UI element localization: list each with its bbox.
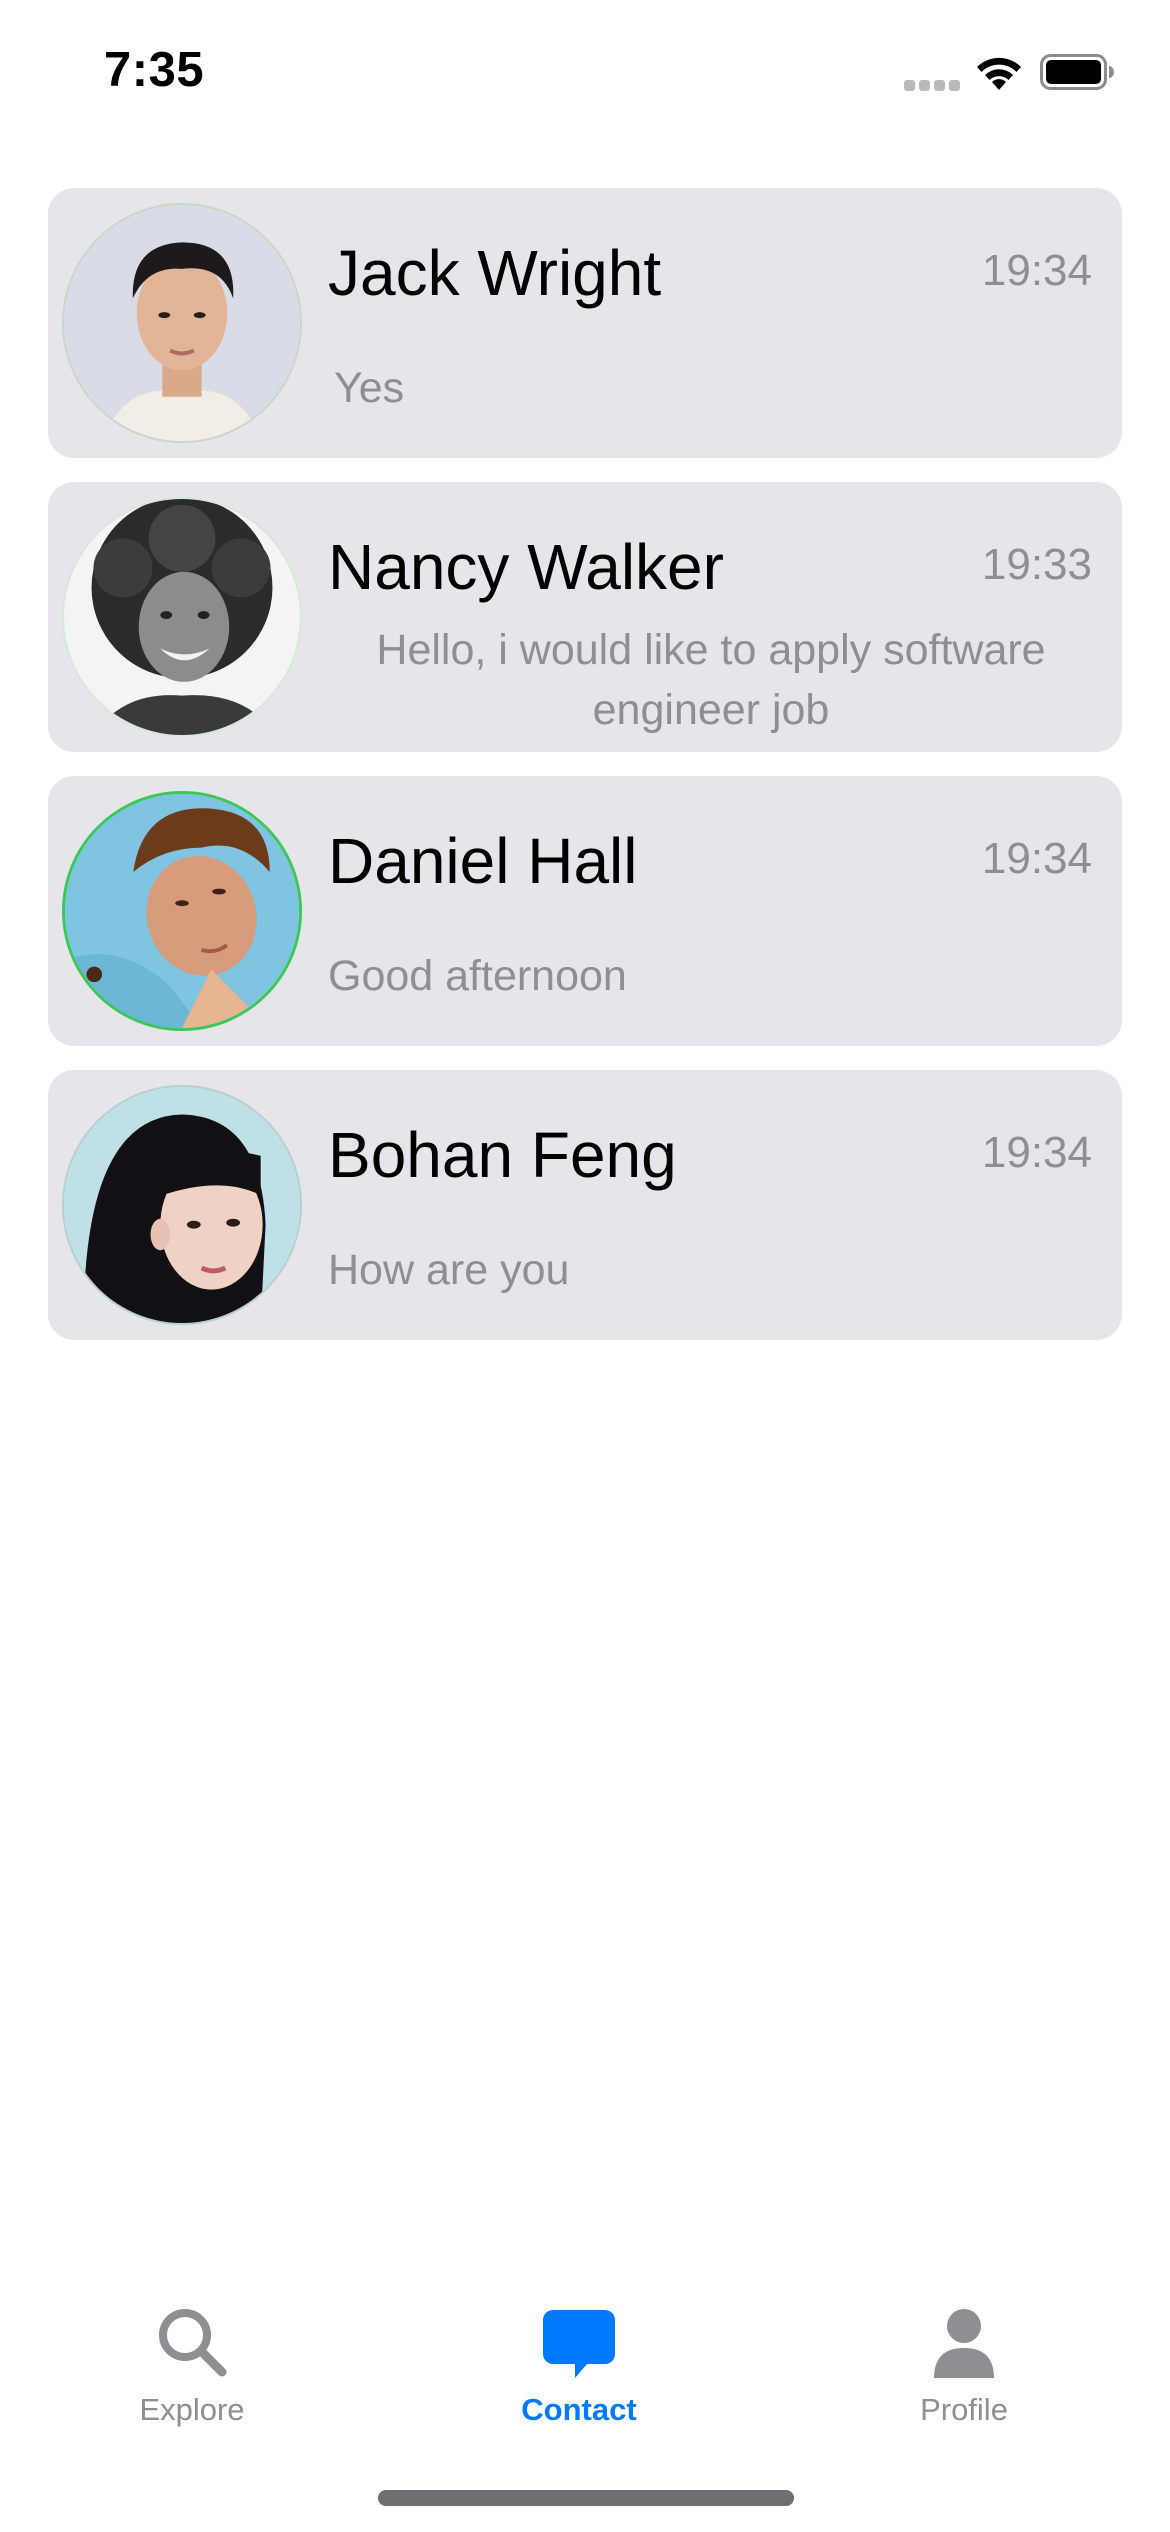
status-time: 7:35	[104, 43, 205, 97]
contact-row[interactable]: Bohan Feng 19:34 How are you	[48, 1070, 1122, 1340]
home-indicator[interactable]	[378, 2490, 794, 2506]
contacts-screen: 7:35 Jack Wright 19:34 Yes Nancy Walker …	[0, 0, 1170, 2532]
tab-profile[interactable]: Profile	[834, 2280, 1094, 2440]
contact-row[interactable]: Daniel Hall 19:34 Good afternoon	[48, 776, 1122, 1046]
tab-label: Explore	[139, 2392, 245, 2427]
avatar-photo	[64, 499, 300, 735]
contact-time: 19:33	[981, 540, 1092, 589]
person-icon	[934, 2309, 994, 2378]
contact-name: Nancy Walker	[328, 531, 724, 603]
contact-time: 19:34	[981, 246, 1092, 295]
tab-bar: Explore Contact Profile	[0, 2280, 1170, 2440]
contact-row[interactable]: Jack Wright 19:34 Yes	[48, 188, 1122, 458]
contact-name: Bohan Feng	[328, 1119, 677, 1191]
tab-label: Profile	[920, 2392, 1008, 2427]
contact-list: Jack Wright 19:34 Yes Nancy Walker 19:33…	[48, 188, 1122, 1364]
contact-name: Jack Wright	[328, 237, 662, 309]
avatar-photo	[64, 1087, 300, 1323]
avatar	[62, 497, 302, 737]
contact-time: 19:34	[981, 1128, 1092, 1177]
chat-bubble-icon	[543, 2310, 615, 2378]
contact-last-message: Hello, i would like to apply software en…	[376, 626, 1046, 734]
contact-last-message: How are you	[328, 1246, 570, 1294]
contact-last-message: Yes	[334, 364, 405, 412]
avatar-photo	[65, 794, 299, 1028]
contact-name: Daniel Hall	[328, 825, 638, 897]
battery-icon	[1040, 54, 1114, 90]
contact-last-message: Good afternoon	[328, 952, 627, 1000]
tab-explore[interactable]: Explore	[62, 2280, 322, 2440]
avatar	[62, 1085, 302, 1325]
contact-time: 19:34	[981, 834, 1092, 883]
avatar-photo	[64, 205, 300, 441]
tab-contact[interactable]: Contact	[449, 2280, 709, 2440]
wifi-icon	[977, 57, 1021, 90]
status-bar: 7:35	[0, 0, 1170, 150]
cellular-signal-icon	[904, 80, 960, 92]
magnifying-glass-icon	[159, 2309, 227, 2377]
avatar	[62, 791, 302, 1031]
tab-label: Contact	[521, 2392, 637, 2427]
contact-row[interactable]: Nancy Walker 19:33 Hello, i would like t…	[48, 482, 1122, 752]
avatar	[62, 203, 302, 443]
